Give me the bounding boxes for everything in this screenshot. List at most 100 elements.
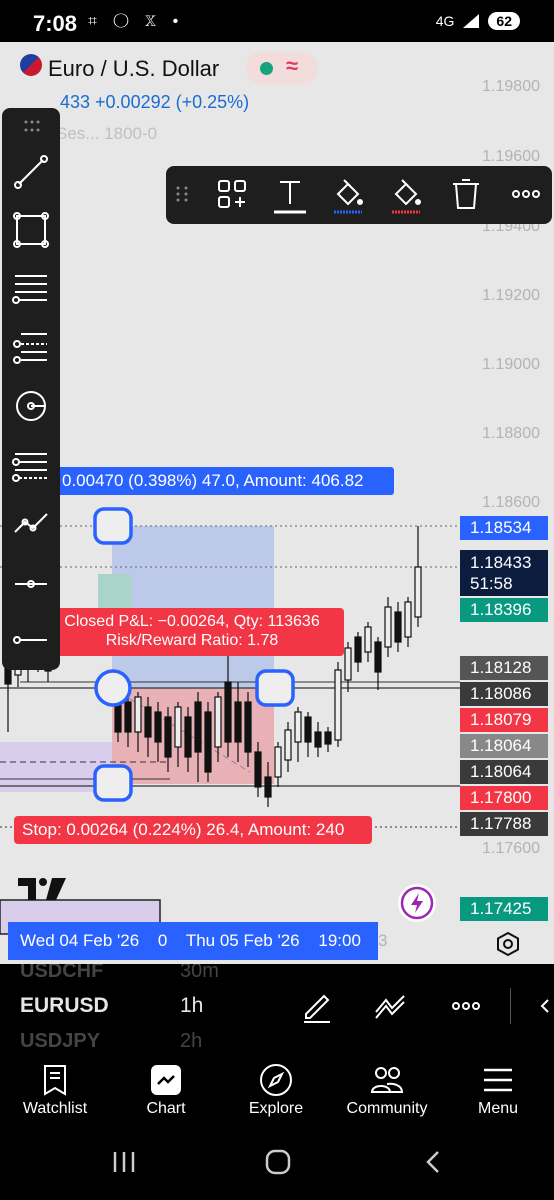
price-tag: 1.18128 [460, 656, 548, 680]
price-level: 1.18600 [482, 494, 540, 511]
symbol-switcher-bar[interactable]: USDCHF 30m EURUSD 1h USDJPY 2h [0, 964, 554, 1048]
home-icon[interactable] [264, 1148, 292, 1176]
delete-icon[interactable] [446, 174, 486, 214]
fill-color-icon[interactable] [328, 174, 368, 214]
watchlist-icon [44, 1065, 66, 1096]
price-tag-target: 1.18534 [460, 516, 548, 540]
horizontal-line-tool-icon[interactable] [11, 620, 51, 660]
fib-extension-tool-icon[interactable] [11, 446, 51, 486]
date-axis-trail: 3 [378, 931, 388, 950]
nav-explore[interactable]: Explore [221, 1056, 331, 1126]
recent-apps-icon[interactable] [110, 1148, 138, 1176]
tradingview-logo-icon [18, 878, 66, 900]
battery-indicator: 62 [488, 12, 520, 30]
price-change: 433 +0.00292 (+0.25%) [60, 92, 250, 112]
text-tool-icon[interactable] [270, 174, 310, 214]
fib-retracement-tool-icon[interactable] [11, 326, 51, 366]
price-level: 1.19600 [482, 148, 540, 165]
date-from: Wed 04 Feb '26 [20, 931, 140, 950]
price-level: 1.19200 [482, 287, 540, 304]
target-label: 0.00470 (0.398%) 47.0, Amount: 406.82 [52, 467, 394, 495]
circle-tool-icon[interactable] [11, 386, 51, 426]
lightning-icon [400, 886, 434, 920]
price-tag: 1.18086 [460, 682, 548, 706]
grip-icon[interactable] [24, 120, 40, 132]
price-tag: 1.18079 [460, 708, 548, 732]
time-to: 19:00 [318, 931, 361, 950]
add-template-icon[interactable] [212, 174, 252, 214]
drawing-pencil-icon[interactable] [300, 988, 336, 1024]
price-tag-high: 1.18396 [460, 598, 548, 622]
wave-icon: ≈ [286, 53, 299, 78]
price-tag: 1.18064 [460, 760, 548, 784]
nav-label: Explore [248, 1100, 304, 1117]
cell-signal-icon [463, 14, 480, 28]
bottom-navigation: Watchlist Chart Explore Community Menu [0, 1048, 554, 1128]
market-open-dot-icon [260, 62, 273, 75]
symbol-next[interactable]: USDJPY [20, 1030, 100, 1048]
chart-icon [151, 1065, 181, 1095]
pnl-line: Closed P&L: −0.00264, Qty: 113636 [64, 613, 320, 630]
community-icon [370, 1067, 404, 1093]
nav-chart[interactable]: Chart [111, 1056, 221, 1126]
date-range-label: Wed 04 Feb '26 0 Thu 05 Feb '26 19:00 [8, 922, 378, 960]
price-tag: 1.18064 [460, 734, 548, 758]
back-icon[interactable] [420, 1148, 448, 1176]
chevron-left-icon[interactable] [530, 988, 554, 1024]
horizontal-ray-tool-icon[interactable] [11, 564, 51, 604]
border-color-icon[interactable] [386, 174, 426, 214]
nav-label: Chart [146, 1100, 186, 1117]
nav-menu[interactable]: Menu [443, 1056, 553, 1126]
compass-icon [260, 1064, 292, 1096]
more-options-icon[interactable] [506, 174, 546, 214]
grip-icon[interactable] [170, 174, 194, 214]
risk-reward-line: Risk/Reward Ratio: 1.78 [105, 632, 279, 649]
symbol-current[interactable]: EURUSD [20, 994, 109, 1018]
nav-watchlist[interactable]: Watchlist [0, 1056, 110, 1126]
signal-icon: 4G [435, 13, 455, 29]
price-tag-stop: 1.17800 [460, 786, 548, 810]
currency-flag-icon [20, 54, 42, 76]
chart-settings-icon[interactable] [494, 930, 522, 958]
drawing-tools-toolbar [2, 108, 60, 670]
trend-line-tool-icon[interactable] [11, 152, 51, 192]
session-info: Ses... 1800-0 [56, 124, 158, 143]
timeframe-next[interactable]: 2h [180, 1030, 202, 1048]
nav-label: Menu [477, 1100, 519, 1117]
price-level: 1.19000 [482, 356, 540, 373]
price-level: 1.18800 [482, 425, 540, 442]
current-price-tag: 1.18433 51:58 [460, 550, 548, 596]
pnl-label: Closed P&L: −0.00264, Qty: 113636 Risk/R… [40, 608, 344, 656]
bolt-button[interactable] [398, 884, 436, 922]
price-level: 1.17600 [482, 840, 540, 857]
timeframe-prev[interactable]: 30m [180, 964, 219, 983]
market-status-pill[interactable]: ≈ [246, 52, 318, 84]
drawing-edit-toolbar [166, 166, 552, 224]
current-price: 1.18433 [470, 553, 532, 572]
notification-icons: ⌗ ◯ 𝕏 • [88, 13, 185, 30]
price-tag: 1.17788 [460, 812, 548, 836]
divider [510, 988, 511, 1024]
price-tag-low: 1.17425 [460, 897, 548, 921]
bar-countdown: 51:58 [470, 574, 513, 593]
menu-icon [484, 1068, 512, 1092]
status-indicators: 4G 62 [436, 12, 520, 30]
stop-label: Stop: 0.00264 (0.224%) 26.4, Amount: 240 [14, 816, 372, 844]
nav-community[interactable]: Community [332, 1056, 442, 1126]
system-navigation-bar [0, 1128, 554, 1200]
status-bar: 7:08 ⌗ ◯ 𝕏 • 4G 62 [0, 0, 554, 42]
date-mid: 0 [157, 931, 168, 950]
more-options-icon[interactable] [448, 988, 484, 1024]
rectangle-tool-icon[interactable] [11, 210, 51, 250]
indicators-icon[interactable] [372, 988, 408, 1024]
symbol-title[interactable]: Euro / U.S. Dollar [48, 56, 219, 82]
timeframe-current[interactable]: 1h [180, 994, 203, 1018]
nav-label: Watchlist [22, 1100, 88, 1117]
parallel-channel-tool-icon[interactable] [11, 268, 51, 308]
date-to: Thu 05 Feb '26 [185, 931, 300, 950]
chart-area[interactable]: 1.19800 1.19600 1.19400 1.19200 1.19000 … [0, 42, 554, 964]
nav-label: Community [346, 1100, 428, 1117]
path-tool-icon[interactable] [11, 502, 51, 542]
symbol-prev[interactable]: USDCHF [20, 964, 103, 983]
price-level: 1.19800 [482, 78, 540, 95]
